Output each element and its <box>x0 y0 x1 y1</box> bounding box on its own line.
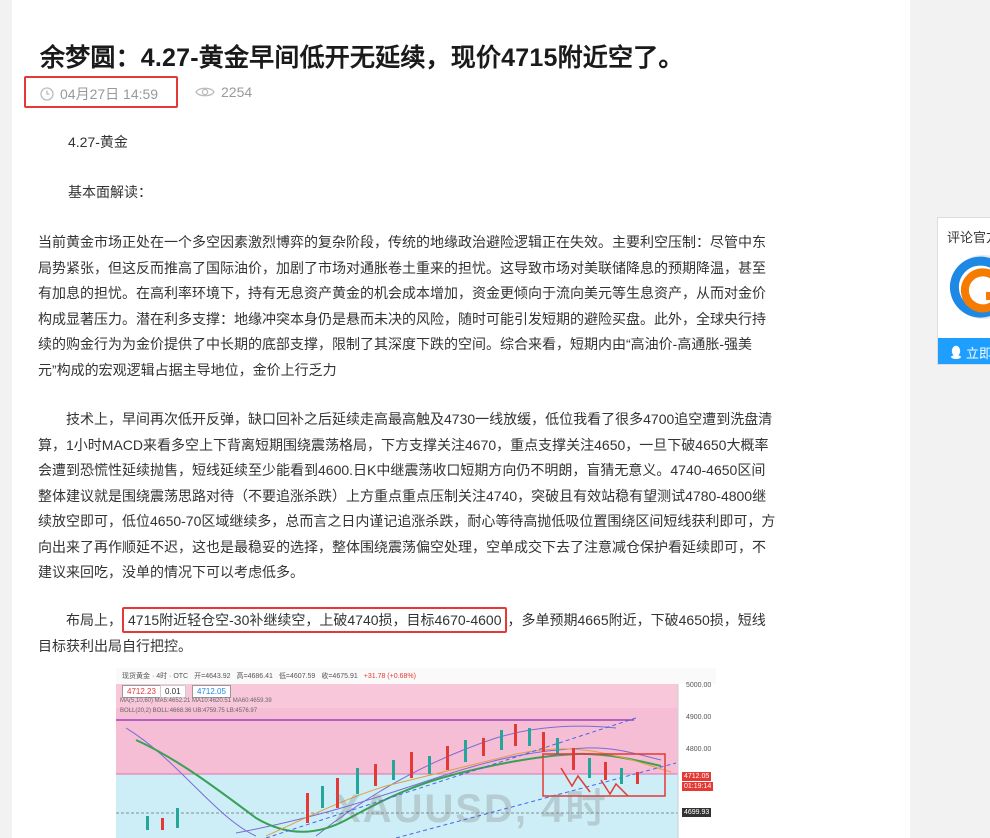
chart-high: 高=4686.41 <box>236 673 273 680</box>
paragraph-layout: 布局上， 4715附近轻仓空-30补继续空，上破4740损，目标4670-4600… <box>38 607 778 659</box>
side-contact-button-label: 立即 <box>966 345 990 361</box>
gold-chart-image: 现货黄金 · 4时 · OTC 开=4643.92 高=4686.41 低=46… <box>116 668 718 838</box>
axis-countdown: 01:19:14 <box>682 782 714 791</box>
axis-level-4699: 4699.93 <box>682 808 712 817</box>
chart-open: 开=4643.92 <box>194 673 231 680</box>
chart-spread-tag: 0.01 <box>160 685 186 698</box>
axis-label-5000: 5000.00 <box>686 682 712 689</box>
chart-bid-tag: 4712.23 <box>122 685 161 698</box>
chart-boll-indicator: BOLL(20,2) BOLL:4668.36 UB:4759.75 LB:45… <box>120 708 258 714</box>
chart-watermark: XAUUSD, 4时 <box>334 787 608 831</box>
article-title: 余梦圆：4.27-黄金早间低开无延续，现价4715附近空了。 <box>40 44 684 72</box>
paragraph-fundamental: 当前黄金市场正处在一个多空因素激烈博弈的复杂阶段，传统的地缘政治避险逻辑正在失效… <box>38 234 766 378</box>
axis-label-4900: 4900.00 <box>686 714 712 721</box>
publish-time: 04月27日 14:59 <box>40 84 158 104</box>
eye-icon <box>195 85 215 99</box>
clock-icon <box>40 87 54 101</box>
chart-ma-indicator: MA(5,10,60) MA5:4652.21 MA10:4620.51 MA6… <box>120 698 272 704</box>
view-count: 2254 <box>195 84 252 100</box>
brand-logo-icon <box>948 252 990 327</box>
chart-ask-tag: 4712.05 <box>192 685 231 698</box>
qq-penguin-icon <box>950 345 962 359</box>
layout-lead: 布局上， <box>66 612 122 628</box>
side-contact-button[interactable]: 立即 <box>938 338 990 364</box>
paragraph-subject: 4.27-黄金 <box>68 134 128 150</box>
paragraph-technical: 技术上，早间再次低开反弹，缺口回补之后延续走高最高触及4730一线放缓，低位我看… <box>38 411 776 580</box>
layout-highlight: 4715附近轻仓空-30补继续空，上破4740损，目标4670-4600 <box>122 607 508 633</box>
publish-date-text: 04月27日 14:59 <box>60 86 159 102</box>
chart-header: 现货黄金 · 4时 · OTC 开=4643.92 高=4686.41 低=46… <box>116 668 716 684</box>
side-widget-title: 评论官方 <box>947 230 990 245</box>
side-comment-widget: 评论官方 立即 <box>937 217 990 365</box>
chart-low: 低=4607.59 <box>278 673 316 680</box>
paragraph-fundamental-heading: 基本面解读： <box>68 184 152 200</box>
view-count-text: 2254 <box>221 84 253 100</box>
axis-label-4800: 4800.00 <box>686 746 712 753</box>
chart-close: 收=4675.91 <box>321 673 358 680</box>
chart-change: +31.78 (+0.68%) <box>363 672 416 680</box>
article-container: 余梦圆：4.27-黄金早间低开无延续，现价4715附近空了。 04月27日 14… <box>12 0 910 838</box>
chart-symbol: 现货黄金 · 4时 · OTC <box>122 673 189 680</box>
axis-current-price: 4712.05 <box>682 772 712 781</box>
